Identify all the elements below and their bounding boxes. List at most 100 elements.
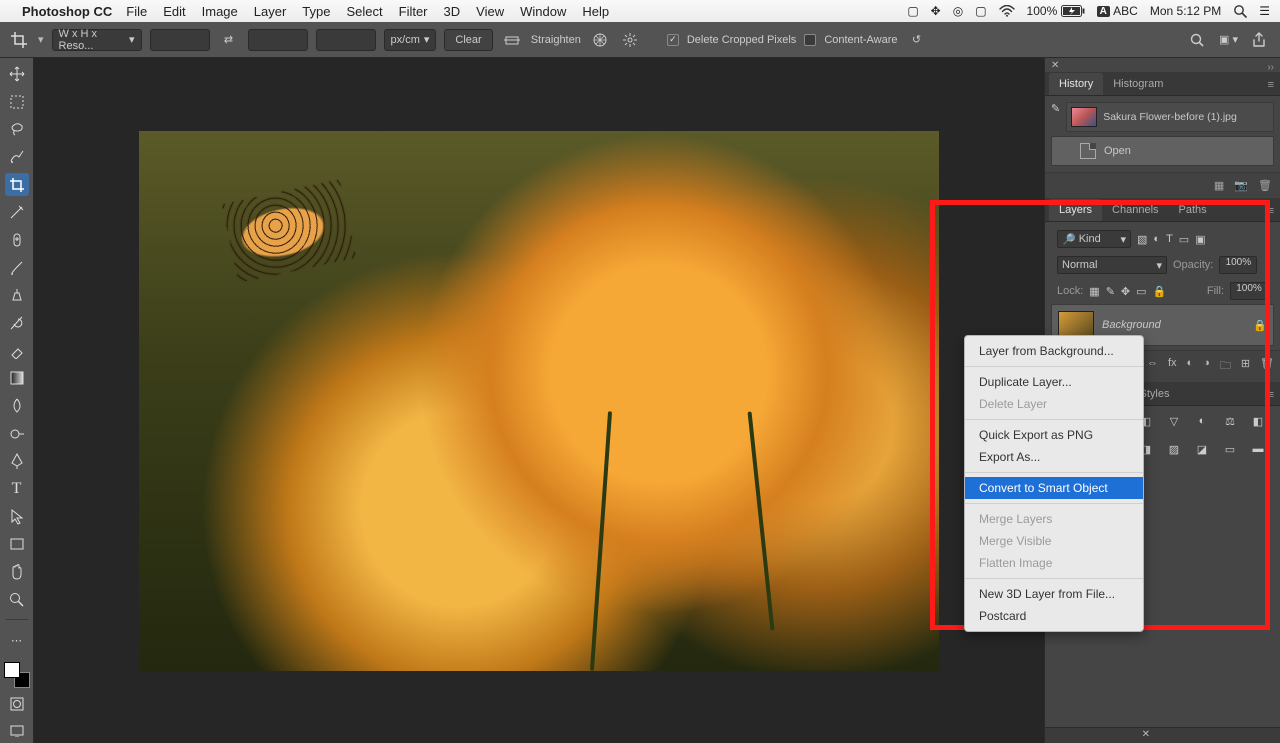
tab-histogram[interactable]: Histogram xyxy=(1103,73,1173,95)
reset-crop-icon[interactable]: ↺ xyxy=(905,29,927,51)
new-layer-icon[interactable]: ⊞ xyxy=(1241,357,1250,376)
crop-tool-icon[interactable] xyxy=(8,29,30,51)
panel-menu-icon[interactable]: ≡ xyxy=(1262,201,1280,221)
crop-resolution-input[interactable] xyxy=(316,29,376,51)
tab-layers[interactable]: Layers xyxy=(1049,199,1102,221)
content-aware-checkbox[interactable] xyxy=(804,34,816,46)
ctx-layer-from-background[interactable]: Layer from Background... xyxy=(965,340,1143,362)
menu-extras-icon[interactable]: ☰ xyxy=(1259,4,1270,18)
crop-options-gear-icon[interactable] xyxy=(619,29,641,51)
menu-view[interactable]: View xyxy=(476,4,504,19)
rectangle-tool[interactable] xyxy=(5,532,29,556)
layer-filter-kind[interactable]: 🔎Kind▾ xyxy=(1057,230,1131,248)
search-icon[interactable] xyxy=(1189,32,1205,48)
share-icon[interactable] xyxy=(1252,32,1266,48)
crop-unit-dropdown[interactable]: px/cm▾ xyxy=(384,29,437,51)
menu-3d[interactable]: 3D xyxy=(444,4,461,19)
menu-edit[interactable]: Edit xyxy=(163,4,185,19)
delete-state-icon[interactable]: 🗑 xyxy=(1258,179,1272,192)
new-doc-from-state-icon[interactable]: ▦ xyxy=(1214,179,1224,192)
swap-dimensions-icon[interactable]: ⇄ xyxy=(218,29,240,51)
panel-menu-icon[interactable]: ≡ xyxy=(1262,75,1280,95)
adj-bw-icon[interactable]: ◧ xyxy=(1249,412,1267,430)
ctx-quick-export-png[interactable]: Quick Export as PNG xyxy=(965,424,1143,446)
battery-status[interactable]: 100% xyxy=(1027,4,1085,18)
adj-hue-icon[interactable]: ◐ xyxy=(1193,412,1211,430)
zoom-tool[interactable] xyxy=(5,588,29,612)
history-brush-source-icon[interactable]: ✎ xyxy=(1051,102,1060,115)
lock-paint-icon[interactable]: ✎ xyxy=(1106,285,1115,298)
lock-position-icon[interactable]: ✥ xyxy=(1121,285,1130,298)
new-fill-adjust-icon[interactable]: ◑ xyxy=(1203,357,1210,376)
tab-paths[interactable]: Paths xyxy=(1169,199,1217,221)
lock-artboard-icon[interactable]: ▭ xyxy=(1136,285,1146,298)
straighten-icon[interactable] xyxy=(501,29,523,51)
mask-icon[interactable]: ◐ xyxy=(1187,357,1194,376)
tab-history[interactable]: History xyxy=(1049,73,1103,95)
filter-shape-icon[interactable]: ▭ xyxy=(1179,233,1189,246)
crop-tool[interactable] xyxy=(5,173,29,197)
dodge-tool[interactable] xyxy=(5,422,29,446)
ctx-duplicate-layer[interactable]: Duplicate Layer... xyxy=(965,371,1143,393)
status-box-icon[interactable]: ▢ xyxy=(907,4,918,18)
blur-tool[interactable] xyxy=(5,394,29,418)
adj-vibrance-icon[interactable]: ▽ xyxy=(1165,412,1183,430)
menu-file[interactable]: File xyxy=(126,4,147,19)
ctx-postcard[interactable]: Postcard xyxy=(965,605,1143,627)
eraser-tool[interactable] xyxy=(5,339,29,363)
filter-adjust-icon[interactable]: ◐ xyxy=(1153,233,1160,245)
link-layers-icon[interactable]: ⇔ xyxy=(1147,357,1158,376)
marquee-tool[interactable] xyxy=(5,90,29,114)
menu-window[interactable]: Window xyxy=(520,4,566,19)
delete-cropped-checkbox[interactable]: ✓ xyxy=(667,34,679,46)
clear-button[interactable]: Clear xyxy=(444,29,492,51)
crop-overlay-icon[interactable] xyxy=(589,29,611,51)
brush-tool[interactable] xyxy=(5,256,29,280)
lock-all-icon[interactable]: 🔒 xyxy=(1153,285,1167,298)
panel-collapse-icon[interactable]: ›› xyxy=(1267,62,1274,73)
panel-menu-icon[interactable]: ≡ xyxy=(1262,385,1280,405)
opacity-input[interactable]: 100% xyxy=(1219,256,1257,274)
new-snapshot-icon[interactable]: 📷 xyxy=(1234,179,1248,192)
history-step-open[interactable]: Open xyxy=(1051,136,1274,166)
bottom-close-icon[interactable]: ✕ xyxy=(1142,729,1150,740)
document-image[interactable] xyxy=(139,131,939,671)
panel-close-icon[interactable]: ✕ xyxy=(1051,60,1059,71)
filter-smart-icon[interactable]: ▣ xyxy=(1195,233,1205,246)
menu-select[interactable]: Select xyxy=(346,4,382,19)
menu-image[interactable]: Image xyxy=(202,4,238,19)
straighten-label[interactable]: Straighten xyxy=(531,34,581,46)
screen-mode-icon[interactable]: ▣ ▾ xyxy=(1219,33,1238,46)
gradient-tool[interactable] xyxy=(5,366,29,390)
clock[interactable]: Mon 5:12 PM xyxy=(1150,4,1221,18)
healing-brush-tool[interactable] xyxy=(5,228,29,252)
filter-pixel-icon[interactable]: ▧ xyxy=(1137,233,1147,246)
adj-posterize-icon[interactable]: ▨ xyxy=(1165,440,1183,458)
tab-channels[interactable]: Channels xyxy=(1102,199,1168,221)
quick-select-tool[interactable] xyxy=(5,145,29,169)
ctx-convert-smart-object[interactable]: Convert to Smart Object xyxy=(965,477,1143,499)
airplay-icon[interactable]: ▢ xyxy=(975,4,986,18)
adj-selective-color-icon[interactable]: ▭ xyxy=(1221,440,1239,458)
menu-filter[interactable]: Filter xyxy=(399,4,428,19)
menu-help[interactable]: Help xyxy=(582,4,609,19)
canvas-area[interactable] xyxy=(34,58,1044,743)
fx-icon[interactable]: fx xyxy=(1168,357,1177,376)
new-group-icon[interactable]: 🗀 xyxy=(1220,357,1231,376)
input-source[interactable]: A ABC xyxy=(1097,4,1138,18)
lasso-tool[interactable] xyxy=(5,117,29,141)
pen-tool[interactable] xyxy=(5,449,29,473)
dropbox-icon[interactable]: ✥ xyxy=(931,4,941,18)
path-select-tool[interactable] xyxy=(5,505,29,529)
ctx-export-as[interactable]: Export As... xyxy=(965,446,1143,468)
clone-stamp-tool[interactable] xyxy=(5,283,29,307)
wifi-icon[interactable] xyxy=(999,5,1015,17)
history-source-row[interactable]: Sakura Flower-before (1).jpg xyxy=(1066,102,1274,132)
crop-height-input[interactable] xyxy=(248,29,308,51)
lock-transparent-icon[interactable]: ▦ xyxy=(1089,285,1099,298)
type-tool[interactable]: T xyxy=(5,477,29,501)
ctx-new-3d-layer[interactable]: New 3D Layer from File... xyxy=(965,583,1143,605)
filter-type-icon[interactable]: T xyxy=(1166,233,1173,245)
fill-input[interactable]: 100% xyxy=(1230,282,1268,300)
history-brush-tool[interactable] xyxy=(5,311,29,335)
